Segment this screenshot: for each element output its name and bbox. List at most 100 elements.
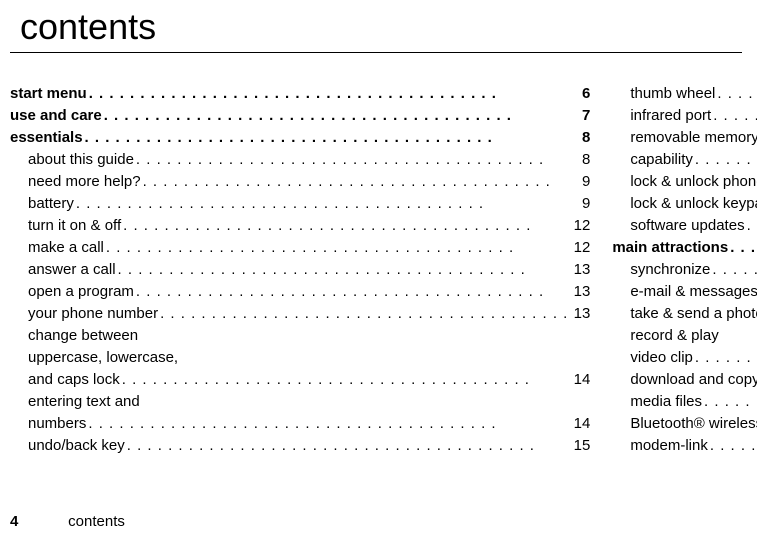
- toc-entry-page: 14: [570, 369, 590, 391]
- toc-entry: take & send a photo35: [612, 303, 757, 325]
- toc-entry-page: 13: [570, 281, 590, 303]
- toc-wrap-line: record & play: [612, 325, 757, 347]
- toc-entry: lock & unlock phone16: [612, 171, 757, 193]
- toc-leader-dots: [86, 413, 570, 435]
- toc-entry: thumb wheel15: [612, 83, 757, 105]
- toc-entry-page: 6: [570, 83, 590, 105]
- toc-entry: lock & unlock keypad17: [612, 193, 757, 215]
- toc-wrap-line: download and copy: [612, 369, 757, 391]
- toc-entry: media files40: [612, 391, 757, 413]
- toc-leader-dots: [715, 83, 757, 105]
- toc-entry-page: 15: [570, 435, 590, 457]
- toc-entry-label: Bluetooth® wireless: [630, 413, 757, 435]
- toc-entry-label: capability: [630, 149, 693, 171]
- toc-wrap-line: removable memory: [612, 127, 757, 149]
- toc-leader-dots: [121, 215, 570, 237]
- toc-entry: turn it on & off 12: [10, 215, 590, 237]
- toc-entry: make a call 12: [10, 237, 590, 259]
- toc-leader-dots: [693, 347, 757, 369]
- toc-leader-dots: [702, 391, 757, 413]
- toc-leader-dots: [87, 83, 571, 105]
- toc-column-1: start menu 6 use and care 7 essentials 8 about…: [10, 83, 590, 457]
- toc-entry-label: thumb wheel: [630, 83, 715, 105]
- toc-entry: software updates18: [612, 215, 757, 237]
- toc-entry: use and care 7: [10, 105, 590, 127]
- toc-leader-dots: [134, 149, 570, 171]
- toc-entry-page: 9: [570, 193, 590, 215]
- toc-entry-page: 9: [570, 171, 590, 193]
- toc-entry-page: 12: [570, 237, 590, 259]
- toc-entry-page: 12: [570, 215, 590, 237]
- toc-entry-label: e-mail & messages: [630, 281, 757, 303]
- toc-entry-page: 8: [570, 149, 590, 171]
- toc-entry-label: media files: [630, 391, 702, 413]
- toc-entry-page: 8: [570, 127, 590, 149]
- toc-entry: infrared port15: [612, 105, 757, 127]
- toc-leader-dots: [83, 127, 571, 149]
- toc-entry-page: 13: [570, 303, 590, 325]
- toc-entry-label: undo/back key: [28, 435, 125, 457]
- toc-leader-dots: [74, 193, 570, 215]
- toc-entry: start menu 6: [10, 83, 590, 105]
- toc-entry-label: infrared port: [630, 105, 711, 127]
- toc-leader-dots: [711, 105, 757, 127]
- toc-entry: synchronize19: [612, 259, 757, 281]
- toc-entry: e-mail & messages23: [612, 281, 757, 303]
- toc-entry: your phone number 13: [10, 303, 590, 325]
- toc-entry: need more help? 9: [10, 171, 590, 193]
- toc-entry: capability15: [612, 149, 757, 171]
- toc-entry-label: turn it on & off: [28, 215, 121, 237]
- toc-leader-dots: [120, 369, 571, 391]
- toc-entry-label: make a call: [28, 237, 104, 259]
- toc-entry-page: 14: [570, 413, 590, 435]
- page-title: contents: [10, 0, 742, 53]
- toc-entry: essentials 8: [10, 127, 590, 149]
- toc-leader-dots: [134, 281, 570, 303]
- toc-entry-label: software updates: [630, 215, 744, 237]
- toc-leader-dots: [710, 259, 757, 281]
- toc-wrap-line: entering text and: [10, 391, 590, 413]
- toc-entry-label: lock & unlock phone: [630, 171, 757, 193]
- toc-entry-label: about this guide: [28, 149, 134, 171]
- toc-entry-label: synchronize: [630, 259, 710, 281]
- toc-entry-page: 13: [570, 259, 590, 281]
- toc-entry: and caps lock14: [10, 369, 590, 391]
- toc-leader-dots: [158, 303, 570, 325]
- toc-leader-dots: [116, 259, 571, 281]
- toc-entry-label: video clip: [630, 347, 693, 369]
- toc-leader-dots: [708, 435, 757, 457]
- toc-entry: answer a call 13: [10, 259, 590, 281]
- toc-column-2: thumb wheel15infrared port15removable me…: [612, 83, 757, 457]
- toc-entry: Bluetooth® wireless40: [612, 413, 757, 435]
- toc-entry-label: essentials: [10, 127, 83, 149]
- toc-entry-label: open a program: [28, 281, 134, 303]
- toc-columns: start menu 6 use and care 7 essentials 8 about…: [0, 83, 757, 457]
- toc-entry-label: lock & unlock keypad: [630, 193, 757, 215]
- toc-entry-label: numbers: [28, 413, 86, 435]
- toc-leader-dots: [745, 215, 757, 237]
- toc-leader-dots: [141, 171, 571, 193]
- toc-entry: main attractions19: [612, 237, 757, 259]
- toc-entry: video clip37: [612, 347, 757, 369]
- toc-leader-dots: [693, 149, 757, 171]
- page-footer: 4 contents: [10, 513, 125, 530]
- toc-entry: open a program 13: [10, 281, 590, 303]
- toc-leader-dots: [102, 105, 571, 127]
- toc-entry-label: battery: [28, 193, 74, 215]
- toc-entry-label: main attractions: [612, 237, 728, 259]
- toc-wrap-line: change between: [10, 325, 590, 347]
- toc-entry-label: use and care: [10, 105, 102, 127]
- toc-entry: numbers 14: [10, 413, 590, 435]
- toc-entry-page: 7: [570, 105, 590, 127]
- toc-entry: battery 9: [10, 193, 590, 215]
- toc-leader-dots: [728, 237, 757, 259]
- toc-entry-label: need more help?: [28, 171, 141, 193]
- toc-entry-label: answer a call: [28, 259, 116, 281]
- toc-entry-label: your phone number: [28, 303, 158, 325]
- toc-entry-label: start menu: [10, 83, 87, 105]
- footer-label: contents: [68, 513, 125, 530]
- toc-entry-label: take & send a photo: [630, 303, 757, 325]
- toc-entry-label: modem-link: [630, 435, 708, 457]
- toc-leader-dots: [125, 435, 571, 457]
- toc-leader-dots: [104, 237, 570, 259]
